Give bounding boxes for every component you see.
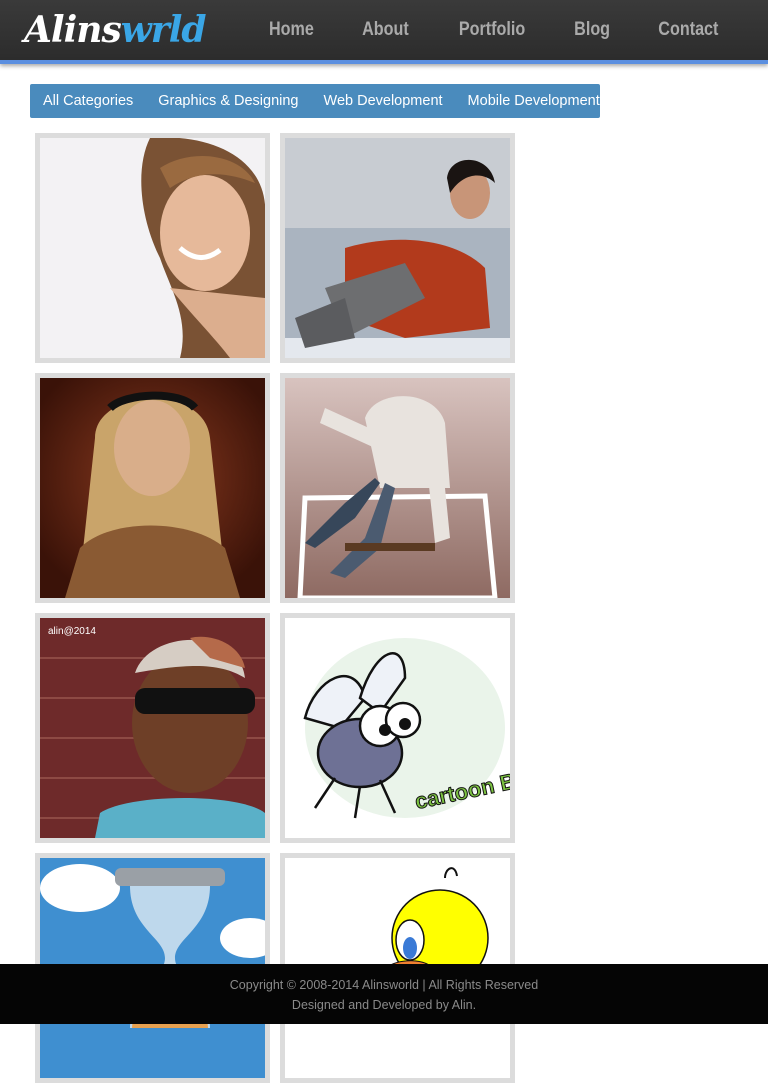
- nav-contact[interactable]: Contact: [659, 0, 719, 60]
- portfolio-item[interactable]: [35, 133, 270, 363]
- portfolio-item[interactable]: cartoon BUG: [280, 613, 515, 843]
- portfolio-image-hoodie-man: [285, 378, 510, 598]
- nav-blog[interactable]: Blog: [574, 0, 610, 60]
- category-all[interactable]: All Categories: [43, 93, 133, 109]
- logo-text-part1: Alins: [24, 9, 122, 51]
- nav-home[interactable]: Home: [269, 0, 314, 60]
- site-logo[interactable]: Alinswrld: [24, 8, 207, 52]
- category-graphics-designing[interactable]: Graphics & Designing: [158, 93, 298, 109]
- copyright-text: Copyright © 2008-2014 Alinsworld | All R…: [229, 978, 539, 992]
- category-mobile-development[interactable]: Mobile Development: [468, 93, 600, 109]
- logo-text-part2: w: [120, 9, 152, 51]
- portfolio-item[interactable]: [35, 373, 270, 603]
- portfolio-image-cartoon-bug: cartoon BUG: [285, 618, 510, 838]
- main-nav: Home About Portfolio Blog Contact: [225, 0, 724, 60]
- site-header: Alinswrld Home About Portfolio Blog Cont…: [0, 0, 768, 64]
- portfolio-image-woman-on-sofa: [285, 138, 510, 358]
- nav-portfolio[interactable]: Portfolio: [459, 0, 525, 60]
- portfolio-item[interactable]: [280, 373, 515, 603]
- site-footer: Copyright © 2008-2014 Alinsworld | All R…: [0, 964, 768, 1024]
- portfolio-item[interactable]: [280, 133, 515, 363]
- portfolio-image-blonde-woman: [40, 378, 265, 598]
- portfolio-image-broken-head: alin@2014: [40, 618, 265, 838]
- portfolio-item[interactable]: alin@2014: [35, 613, 270, 843]
- category-web-development[interactable]: Web Development: [324, 93, 443, 109]
- logo-text-part3: rld: [150, 9, 207, 51]
- nav-about[interactable]: About: [362, 0, 409, 60]
- portfolio-image-smiling-woman: [40, 138, 265, 358]
- credit-text: Designed and Developed by Alin.: [291, 998, 477, 1012]
- category-filter-bar: All Categories Graphics & Designing Web …: [30, 84, 600, 118]
- watermark-text: alin@2014: [48, 626, 96, 637]
